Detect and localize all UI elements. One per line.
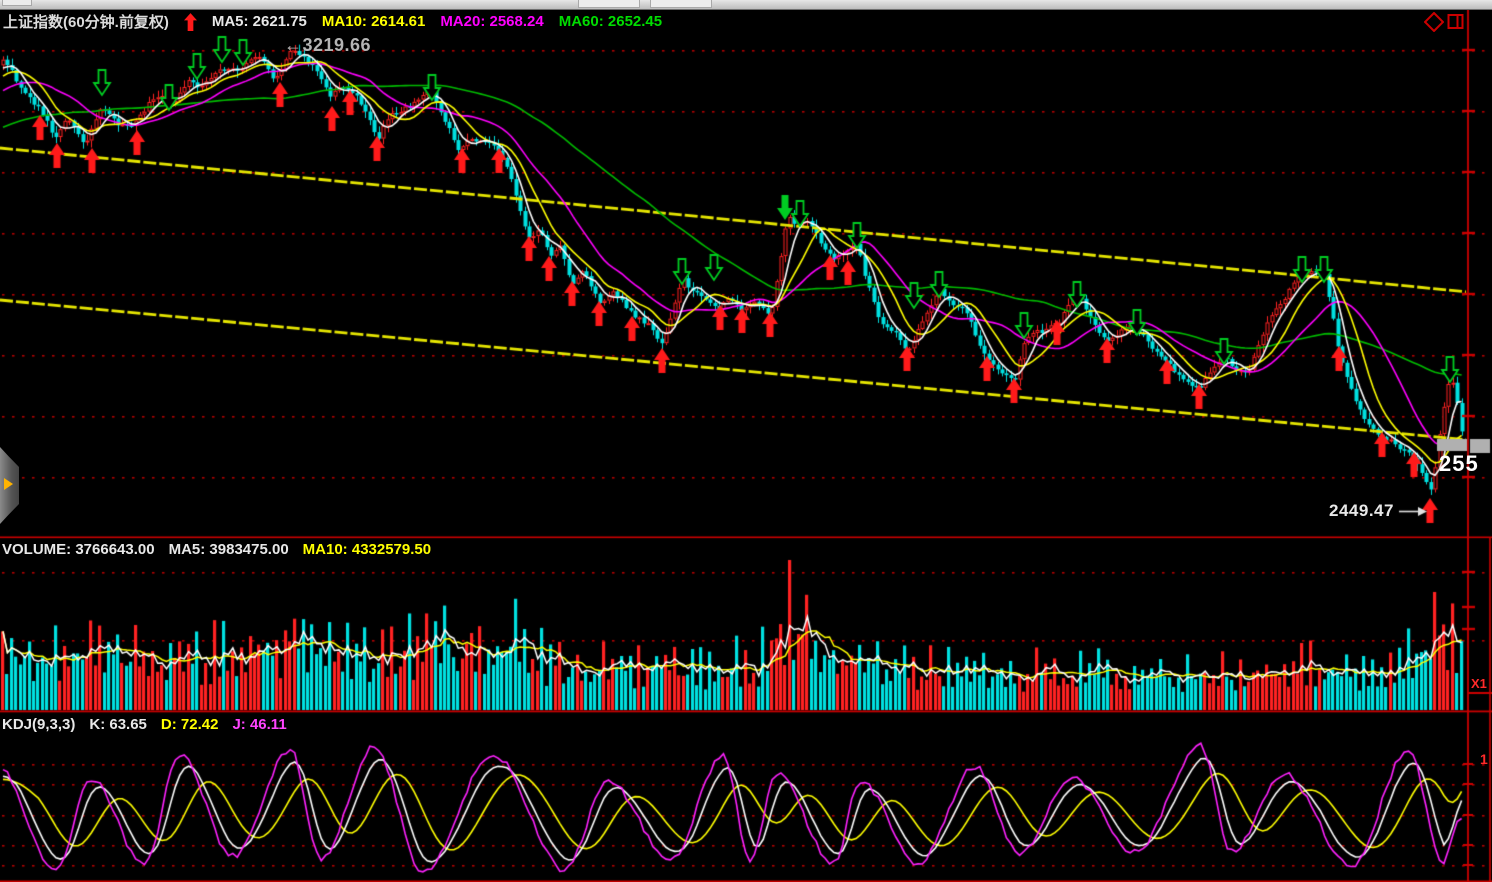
kdj-k-value: K: 63.65 (89, 716, 147, 733)
lowest-price-label: 2449.47 (1329, 502, 1394, 519)
ma10-value: MA10: 2614.61 (322, 13, 425, 30)
chart-canvas[interactable] (0, 0, 1492, 882)
highest-price-label: ←3219.66 (284, 36, 371, 54)
chart-title-bar: 上证指数(60分钟.前复权) MA5: 2621.75 MA10: 2614.6… (3, 11, 662, 32)
last-price-tag: 255 (1439, 453, 1479, 475)
toolbar-segment (2, 0, 32, 6)
kdj-header: KDJ(9,3,3) K: 63.65 D: 72.42 J: 46.11 (2, 716, 287, 733)
kdj-j-value: J: 46.11 (232, 716, 286, 733)
ma20-value: MA20: 2568.24 (440, 13, 543, 30)
kdj-d-value: D: 72.42 (161, 716, 219, 733)
volume-ma10-value: MA10: 4332579.50 (303, 541, 431, 558)
ma5-value: MA5: 2621.75 (212, 13, 307, 30)
symbol-title: 上证指数(60分钟.前复权) (3, 11, 169, 32)
kdj-name: KDJ(9,3,3) (2, 716, 75, 733)
volume-ma5-value: MA5: 3983475.00 (169, 541, 289, 558)
split-window-icon[interactable] (1447, 13, 1464, 30)
volume-header: VOLUME: 3766643.00 MA5: 3983475.00 MA10:… (2, 541, 431, 558)
toolbar-segment (578, 0, 640, 8)
toolbar-segment (650, 0, 712, 8)
left-arrow-icon: ← (284, 35, 303, 55)
ma60-value: MA60: 2652.45 (559, 13, 662, 30)
trading-app-window: 上证指数(60分钟.前复权) MA5: 2621.75 MA10: 2614.6… (0, 0, 1492, 882)
up-arrow-icon (184, 13, 197, 31)
kdj-axis-label: 1 (1480, 752, 1488, 766)
top-toolbar-strip (0, 0, 1492, 10)
diamond-icon[interactable] (1424, 12, 1444, 32)
volume-scale-label: X1 (1471, 677, 1487, 690)
volume-value: VOLUME: 3766643.00 (2, 541, 155, 558)
expand-arrow-icon (4, 478, 13, 490)
